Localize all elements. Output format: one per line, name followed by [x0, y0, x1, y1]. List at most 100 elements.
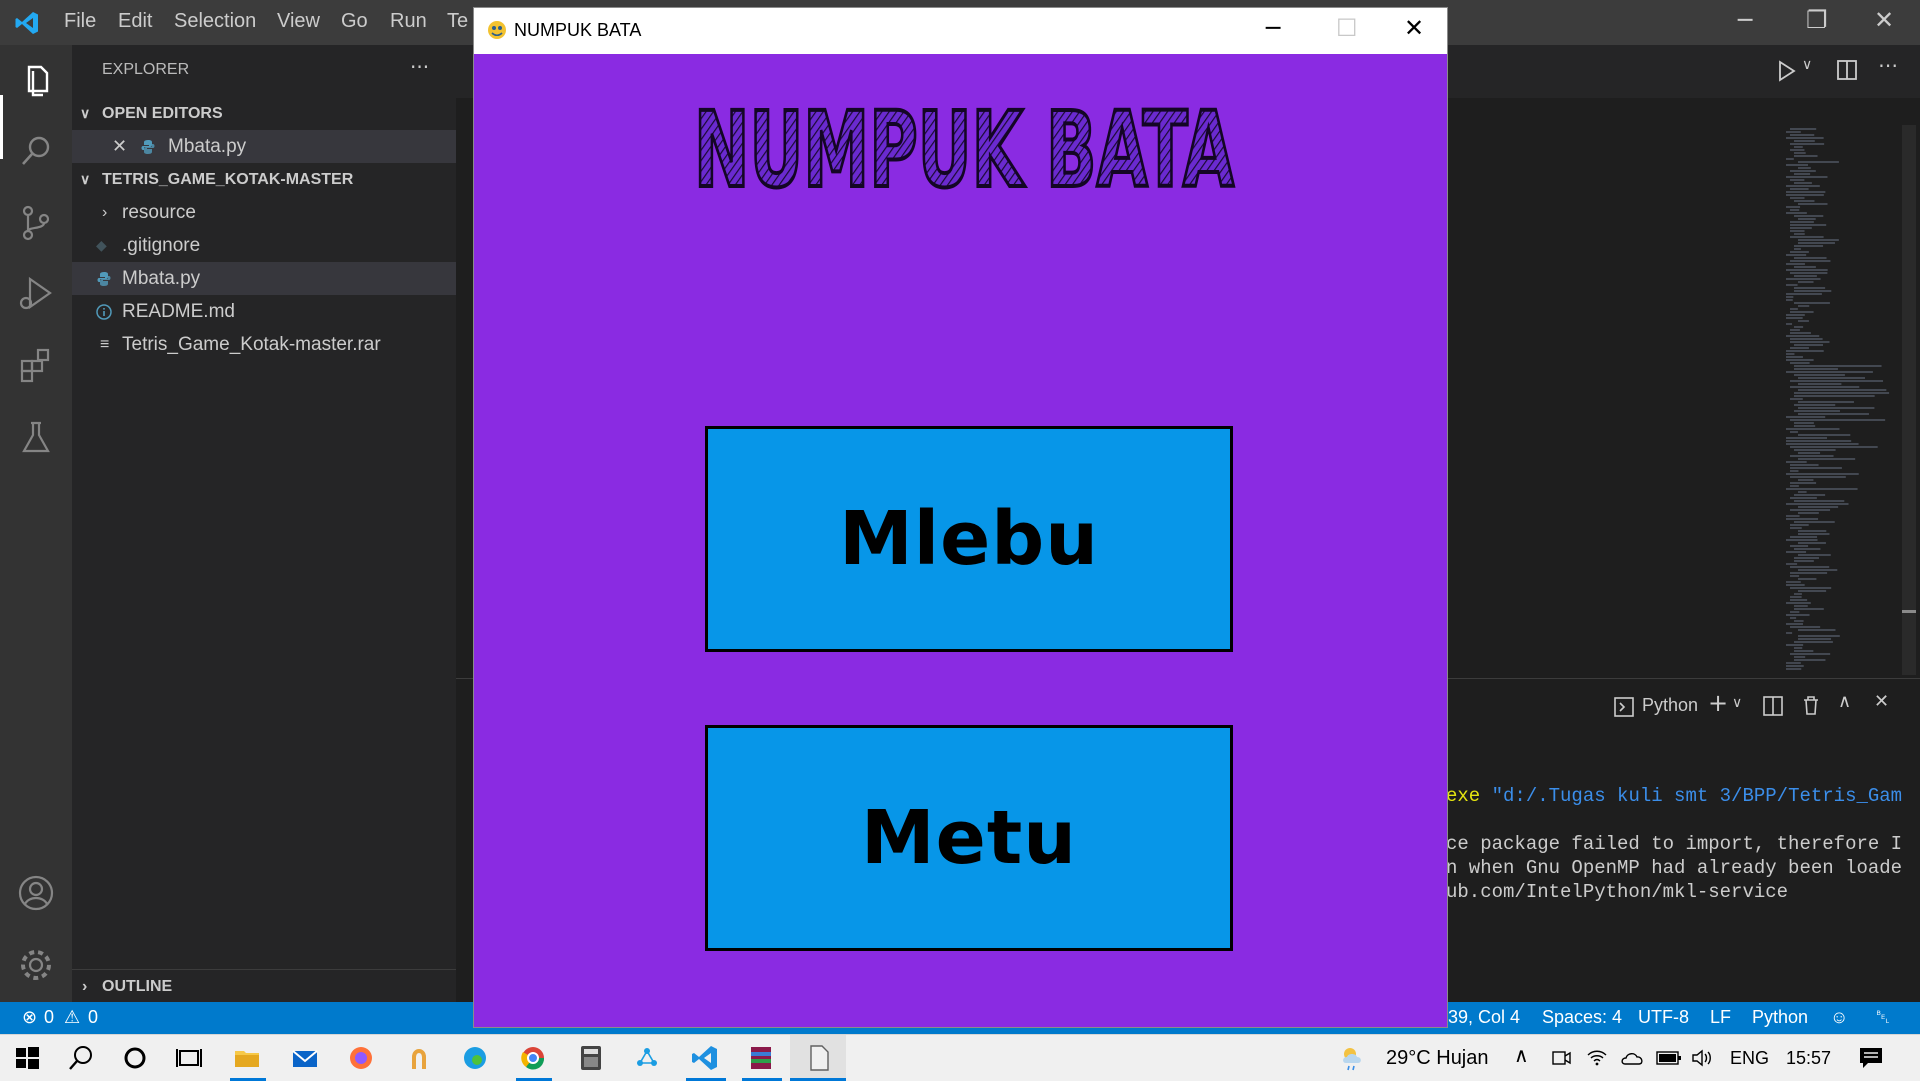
error-count[interactable]: 0	[44, 1007, 54, 1028]
settings-gear-icon[interactable]	[14, 943, 58, 987]
file-explorer-icon[interactable]	[232, 1043, 262, 1073]
chevron-down-icon[interactable]: ∨	[1732, 695, 1742, 711]
menu-view[interactable]: View	[277, 10, 320, 33]
encoding[interactable]: UTF-8	[1638, 1007, 1689, 1028]
outline-section[interactable]: › OUTLINE	[72, 970, 456, 1003]
tree-item-mbata[interactable]: Mbata.py	[72, 262, 456, 295]
network-app-icon[interactable]	[632, 1043, 662, 1073]
game-window-title: NUMPUK BATA	[514, 20, 642, 40]
menu-run[interactable]: Run	[390, 10, 427, 33]
file-lines-icon: ≡	[100, 336, 110, 353]
mlebu-button-label: Mlebu	[839, 496, 1099, 582]
tree-item-resource[interactable]: › resource	[72, 196, 456, 229]
split-editor-icon[interactable]	[1836, 59, 1858, 81]
search-icon[interactable]	[14, 129, 58, 173]
chevron-up-icon[interactable]: ∧	[1514, 1043, 1529, 1068]
task-view-icon[interactable]	[174, 1043, 204, 1073]
language-mode[interactable]: Python	[1752, 1007, 1808, 1028]
winrar-icon[interactable]	[746, 1043, 776, 1073]
mlebu-button[interactable]: Mlebu	[705, 426, 1233, 652]
close-editor-icon[interactable]: ✕	[112, 130, 127, 163]
minimize-icon[interactable]: ─	[1266, 14, 1280, 42]
notifications-bell-icon[interactable]: ␇	[1876, 1007, 1890, 1028]
weather-rain-icon[interactable]	[1338, 1043, 1368, 1073]
close-icon[interactable]: ✕	[1874, 6, 1894, 34]
warning-icon[interactable]: ⚠	[64, 1007, 80, 1028]
pygame-snake-icon	[488, 21, 506, 39]
action-center-icon[interactable]	[1858, 1045, 1884, 1071]
tree-item-readme[interactable]: README.md	[72, 295, 456, 328]
clock-time[interactable]: 15:57	[1786, 1048, 1831, 1069]
feedback-icon[interactable]: ☺	[1830, 1007, 1848, 1028]
open-editors-label: OPEN EDITORS	[102, 105, 223, 122]
menu-go[interactable]: Go	[341, 10, 368, 33]
maximize-panel-icon[interactable]: ∧	[1838, 691, 1851, 712]
calculator-icon[interactable]	[576, 1043, 606, 1073]
terminal-shell-label[interactable]: Python	[1642, 695, 1698, 716]
firefox-icon[interactable]	[346, 1043, 376, 1073]
mail-icon[interactable]	[290, 1043, 320, 1073]
metu-button[interactable]: Metu	[705, 725, 1233, 951]
split-terminal-icon[interactable]	[1762, 695, 1784, 717]
minimize-icon[interactable]: ─	[1738, 6, 1752, 34]
minimap[interactable]	[1780, 125, 1900, 675]
active-indicator	[0, 95, 3, 159]
folder-section[interactable]: ∨ TETRIS_GAME_KOTAK-MASTER	[72, 163, 456, 196]
tree-item-label: resource	[122, 202, 196, 223]
onedrive-icon[interactable]	[1620, 1047, 1646, 1069]
game-window: NUMPUK BATA ─ ☐ ✕ NUMPUK BATA Mlebu Metu	[473, 7, 1448, 1028]
vscode-taskbar-icon[interactable]	[690, 1043, 720, 1073]
more-actions-icon[interactable]: ···	[410, 55, 429, 79]
menu-selection[interactable]: Selection	[174, 10, 256, 33]
indentation[interactable]: Spaces: 4	[1542, 1007, 1622, 1028]
meet-now-icon[interactable]	[1550, 1047, 1572, 1069]
run-debug-icon[interactable]	[14, 271, 58, 315]
close-panel-icon[interactable]: ✕	[1874, 691, 1889, 712]
cortana-icon[interactable]	[120, 1043, 150, 1073]
new-terminal-icon[interactable]: +	[1708, 689, 1728, 717]
scroll-marker	[1902, 610, 1916, 613]
menu-edit[interactable]: Edit	[118, 10, 152, 33]
weather-text[interactable]: 29°C Hujan	[1386, 1047, 1489, 1070]
tree-item-label: .gitignore	[122, 235, 201, 256]
active-app-highlight	[790, 1035, 846, 1081]
testing-flask-icon[interactable]	[14, 415, 58, 459]
terminal-line: n when Gnu OpenMP had already been loade	[1446, 857, 1903, 879]
volume-icon[interactable]	[1690, 1047, 1714, 1069]
extensions-icon[interactable]	[14, 343, 58, 387]
run-play-icon[interactable]	[1774, 59, 1798, 83]
editor-scrollbar[interactable]	[1902, 125, 1916, 675]
tree-item-rar[interactable]: ≡ Tetris_Game_Kotak-master.rar	[72, 328, 456, 361]
error-icon[interactable]: ⊗	[22, 1007, 37, 1028]
open-editor-item[interactable]: ✕ Mbata.py	[72, 130, 456, 163]
menu-file[interactable]: File	[64, 10, 96, 33]
accounts-icon[interactable]	[14, 871, 58, 915]
end-of-line[interactable]: LF	[1710, 1007, 1731, 1028]
windows-start-icon[interactable]	[12, 1043, 42, 1073]
cursor-position[interactable]: 39, Col 4	[1448, 1007, 1520, 1028]
app-icon[interactable]	[404, 1043, 434, 1073]
terminal-line: ub.com/IntelPython/mkl-service	[1446, 881, 1789, 903]
open-editors-section[interactable]: ∨ OPEN EDITORS	[72, 97, 456, 130]
edge-icon[interactable]	[460, 1043, 490, 1073]
more-actions-icon[interactable]: ⋯	[1878, 53, 1898, 77]
source-control-icon[interactable]	[14, 201, 58, 245]
close-icon[interactable]: ✕	[1404, 14, 1424, 42]
chevron-down-icon[interactable]: ∨	[1802, 57, 1812, 73]
explorer-files-icon[interactable]	[14, 59, 58, 103]
chevron-down-icon: ∨	[80, 105, 91, 121]
warning-count[interactable]: 0	[88, 1007, 98, 1028]
wifi-icon[interactable]	[1586, 1047, 1608, 1069]
input-language[interactable]: ENG	[1730, 1048, 1769, 1069]
tree-item-gitignore[interactable]: ◆ .gitignore	[72, 229, 456, 262]
battery-icon[interactable]	[1656, 1049, 1682, 1067]
menu-terminal[interactable]: Te	[447, 10, 468, 33]
game-logo: NUMPUK BATA	[692, 90, 1236, 200]
game-titlebar[interactable]: NUMPUK BATA ─ ☐ ✕	[474, 8, 1447, 54]
vscode-logo-icon	[15, 12, 38, 34]
trash-icon[interactable]	[1800, 694, 1822, 716]
chrome-icon[interactable]	[518, 1043, 548, 1073]
search-icon[interactable]	[66, 1043, 96, 1073]
restore-icon[interactable]: ❐	[1806, 6, 1828, 34]
tree-item-label: README.md	[122, 301, 235, 322]
